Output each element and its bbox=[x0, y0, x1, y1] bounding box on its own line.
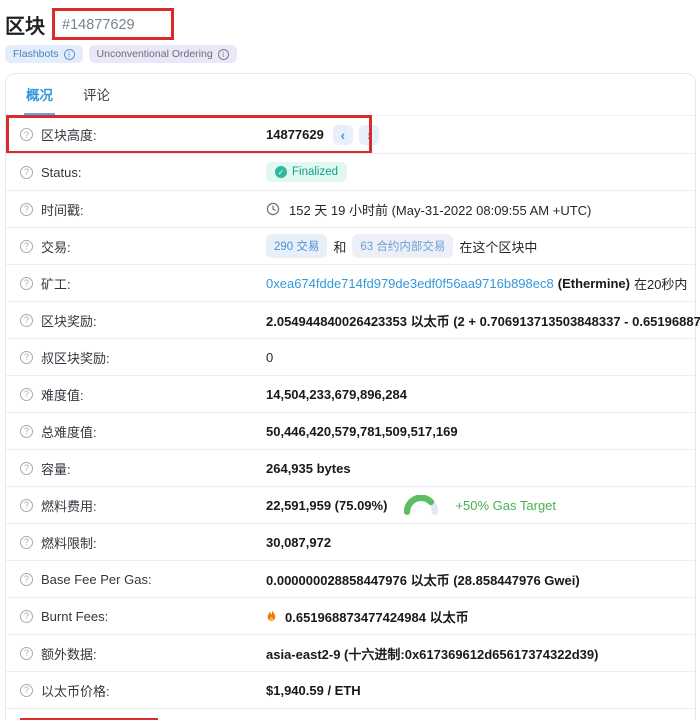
extra-data-value: asia-east2-9 (十六进制:0x617369612d656173743… bbox=[266, 644, 598, 663]
check-circle-icon: ✓ bbox=[275, 166, 287, 178]
row-label: 叔区块奖励: bbox=[41, 348, 110, 367]
row-label: Status: bbox=[41, 165, 81, 180]
row-label: 区块奖励: bbox=[41, 311, 97, 330]
page-header: 区块 #14877629 Flashbots i Unconventional … bbox=[5, 8, 696, 63]
detail-rows: ? 区块高度: 14877629 ‹ › ? Status: bbox=[6, 116, 695, 720]
row-gas-limit: ? 燃料限制: 30,087,972 bbox=[6, 523, 695, 560]
miner-address-link[interactable]: 0xea674fdde714fd979de3edf0f56aa9716b898e… bbox=[266, 276, 554, 291]
prev-block-button[interactable]: ‹ bbox=[333, 125, 353, 145]
question-circle-icon[interactable]: ? bbox=[20, 240, 33, 253]
tab-comments[interactable]: 评论 bbox=[81, 74, 112, 115]
row-size: ? 容量: 264,935 bytes bbox=[6, 449, 695, 486]
gas-gauge-icon bbox=[403, 495, 439, 515]
question-circle-icon[interactable]: ? bbox=[20, 128, 33, 141]
unconventional-ordering-badge[interactable]: Unconventional Ordering i bbox=[89, 45, 237, 63]
flame-icon bbox=[266, 609, 277, 623]
next-block-button[interactable]: › bbox=[359, 125, 379, 145]
row-label: 时间戳: bbox=[41, 200, 84, 219]
question-circle-icon[interactable]: ? bbox=[20, 647, 33, 660]
uncle-reward-value: 0 bbox=[266, 350, 273, 365]
question-circle-icon[interactable]: ? bbox=[20, 203, 33, 216]
gas-limit-value: 30,087,972 bbox=[266, 535, 331, 550]
block-height-value: 14877629 bbox=[266, 127, 324, 142]
in-this-block-text: 在这个区块中 bbox=[459, 237, 537, 256]
info-icon[interactable]: i bbox=[64, 49, 75, 60]
question-circle-icon[interactable]: ? bbox=[20, 610, 33, 623]
row-eth-price: ? 以太币价格: $1,940.59 / ETH bbox=[6, 671, 695, 708]
gas-used-value: 22,591,959 (75.09%) bbox=[266, 498, 387, 513]
and-text: 和 bbox=[333, 237, 346, 256]
row-burnt-fees: ? Burnt Fees: 0.651968873477424984 以太币 bbox=[6, 597, 695, 634]
row-timestamp: ? 时间戳: 152 天 19 小时前 (May-31-2022 08:09:5… bbox=[6, 190, 695, 227]
question-circle-icon[interactable]: ? bbox=[20, 314, 33, 327]
row-label: 燃料费用: bbox=[41, 496, 97, 515]
block-reward-value: 2.054944840026423353 以太币 (2 + 0.70691371… bbox=[266, 311, 700, 330]
timestamp-value: 152 天 19 小时前 (May-31-2022 08:09:55 AM +U… bbox=[289, 200, 591, 219]
row-difficulty: ? 难度值: 14,504,233,679,896,284 bbox=[6, 375, 695, 412]
question-circle-icon[interactable]: ? bbox=[20, 573, 33, 586]
unconventional-badge-label: Unconventional Ordering bbox=[97, 48, 213, 60]
row-label: 难度值: bbox=[41, 385, 84, 404]
row-label: 以太币价格: bbox=[41, 681, 110, 700]
header-badges: Flashbots i Unconventional Ordering i bbox=[5, 45, 696, 63]
question-circle-icon[interactable]: ? bbox=[20, 277, 33, 290]
size-value: 264,935 bytes bbox=[266, 461, 351, 476]
row-uncle-reward: ? 叔区块奖励: 0 bbox=[6, 338, 695, 375]
flashbots-badge[interactable]: Flashbots i bbox=[5, 45, 83, 63]
clock-icon bbox=[266, 202, 280, 216]
block-overview-card: 概况 评论 ? 区块高度: 14877629 ‹ › bbox=[5, 73, 696, 720]
annotation-box-block-number: #14877629 bbox=[52, 8, 174, 40]
row-label: 区块高度: bbox=[41, 125, 97, 144]
row-transactions: ? 交易: 290 交易 和 63 合约内部交易 在这个区块中 bbox=[6, 227, 695, 264]
row-status: ? Status: ✓ Finalized bbox=[6, 153, 695, 190]
info-icon[interactable]: i bbox=[218, 49, 229, 60]
row-label: Burnt Fees: bbox=[41, 609, 108, 624]
total-difficulty-value: 50,446,420,579,781,509,517,169 bbox=[266, 424, 458, 439]
row-block-reward: ? 区块奖励: 2.054944840026423353 以太币 (2 + 0.… bbox=[6, 301, 695, 338]
row-total-difficulty: ? 总难度值: 50,446,420,579,781,509,517,169 bbox=[6, 412, 695, 449]
row-base-fee: ? Base Fee Per Gas: 0.000000028858447976… bbox=[6, 560, 695, 597]
transactions-count-link[interactable]: 290 交易 bbox=[266, 234, 327, 258]
footer-row: Click to see more↓ bbox=[6, 708, 695, 720]
status-badge: ✓ Finalized bbox=[266, 162, 347, 182]
burnt-fees-value: 0.651968873477424984 以太币 bbox=[285, 607, 469, 626]
eth-price-value: $1,940.59 / ETH bbox=[266, 683, 361, 698]
tab-overview[interactable]: 概况 bbox=[24, 74, 55, 115]
internal-transactions-link[interactable]: 63 合约内部交易 bbox=[352, 234, 453, 258]
page-title: 区块 bbox=[5, 10, 45, 39]
row-miner: ? 矿工: 0xea674fdde714fd979de3edf0f56aa971… bbox=[6, 264, 695, 301]
question-circle-icon[interactable]: ? bbox=[20, 388, 33, 401]
row-extra-data: ? 额外数据: asia-east2-9 (十六进制:0x617369612d6… bbox=[6, 634, 695, 671]
question-circle-icon[interactable]: ? bbox=[20, 684, 33, 697]
row-label: 交易: bbox=[41, 237, 71, 256]
block-details-page: 区块 #14877629 Flashbots i Unconventional … bbox=[0, 0, 700, 720]
row-label: 额外数据: bbox=[41, 644, 97, 663]
question-circle-icon[interactable]: ? bbox=[20, 499, 33, 512]
status-value: Finalized bbox=[292, 166, 338, 178]
row-label: 总难度值: bbox=[41, 422, 97, 441]
question-circle-icon[interactable]: ? bbox=[20, 536, 33, 549]
question-circle-icon[interactable]: ? bbox=[20, 425, 33, 438]
question-circle-icon[interactable]: ? bbox=[20, 462, 33, 475]
tab-bar: 概况 评论 bbox=[6, 74, 695, 116]
row-label: 燃料限制: bbox=[41, 533, 97, 552]
difficulty-value: 14,504,233,679,896,284 bbox=[266, 387, 407, 402]
row-label: Base Fee Per Gas: bbox=[41, 572, 152, 587]
row-label: 容量: bbox=[41, 459, 71, 478]
gas-target-label: +50% Gas Target bbox=[455, 498, 556, 513]
block-number: #14877629 bbox=[62, 17, 135, 33]
miner-time: 在20秒内 bbox=[634, 274, 687, 293]
row-label: 矿工: bbox=[41, 274, 71, 293]
row-block-height: ? 区块高度: 14877629 ‹ › bbox=[6, 116, 695, 153]
question-circle-icon[interactable]: ? bbox=[20, 166, 33, 179]
base-fee-value: 0.000000028858447976 以太币 (28.858447976 G… bbox=[266, 570, 580, 589]
flashbots-badge-label: Flashbots bbox=[13, 48, 59, 60]
question-circle-icon[interactable]: ? bbox=[20, 351, 33, 364]
miner-name: (Ethermine) bbox=[558, 276, 630, 291]
row-gas-used: ? 燃料费用: 22,591,959 (75.09%) +50% Gas Tar… bbox=[6, 486, 695, 523]
